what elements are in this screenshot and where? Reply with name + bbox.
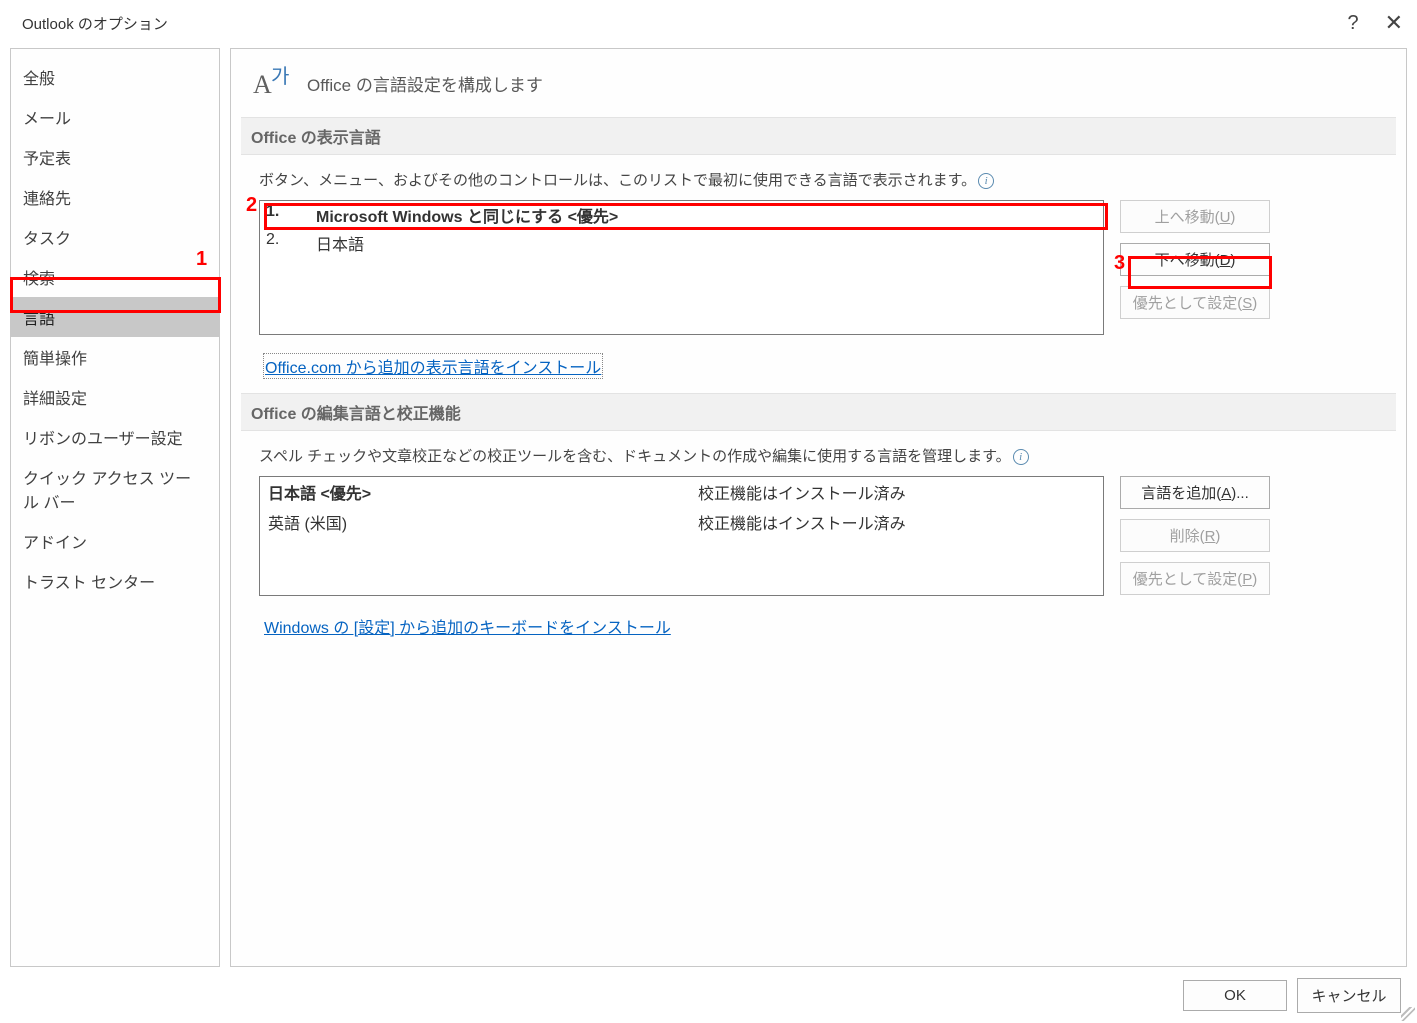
edit-item-2[interactable]: 英語 (米国) 校正機能はインストール済み bbox=[260, 507, 1103, 537]
install-keyboard-link[interactable]: Windows の [設定] から追加のキーボードをインストール bbox=[263, 614, 672, 638]
sidebar-item-contacts[interactable]: 連絡先 bbox=[11, 177, 219, 217]
display-item-1[interactable]: 1. Microsoft Windows と同じにする <優先> bbox=[260, 201, 1103, 229]
sidebar-item-calendar[interactable]: 予定表 bbox=[11, 137, 219, 177]
sidebar-item-general[interactable]: 全般 bbox=[11, 57, 219, 97]
svg-text:가: 가 bbox=[271, 65, 289, 88]
display-desc: ボタン、メニュー、およびその他のコントロールは、このリストで最初に使用できる言語… bbox=[259, 169, 1392, 190]
edit-desc: スペル チェックや文章校正などの校正ツールを含む、ドキュメントの作成や編集に使用… bbox=[259, 445, 1392, 466]
display-item-2[interactable]: 2. 日本語 bbox=[260, 229, 1103, 257]
section-header-edit: Office の編集言語と校正機能 bbox=[241, 393, 1396, 431]
dialog-footer: OK キャンセル bbox=[0, 967, 1417, 1023]
sidebar-item-advanced[interactable]: 詳細設定 bbox=[11, 377, 219, 417]
page-title: Office の言語設定を構成します bbox=[307, 71, 543, 96]
edit-language-listbox[interactable]: 日本語 <優先> 校正機能はインストール済み 英語 (米国) 校正機能はインスト… bbox=[259, 476, 1104, 596]
sidebar: 全般 メール 予定表 連絡先 タスク 検索 言語 簡単操作 詳細設定 リボンのユ… bbox=[10, 48, 220, 967]
cancel-button[interactable]: キャンセル bbox=[1297, 978, 1401, 1013]
set-preferred-display-button: 優先として設定(S) bbox=[1120, 286, 1270, 319]
add-language-button[interactable]: 言語を追加(A)... bbox=[1120, 476, 1270, 509]
install-display-language-link[interactable]: Office.com から追加の表示言語をインストール bbox=[263, 353, 603, 379]
titlebar: Outlook のオプション ? ✕ bbox=[0, 0, 1417, 40]
resize-grip[interactable] bbox=[1401, 1007, 1415, 1021]
sidebar-item-language[interactable]: 言語 bbox=[11, 297, 219, 337]
ok-button[interactable]: OK bbox=[1183, 980, 1287, 1011]
section-header-display: Office の表示言語 bbox=[241, 117, 1396, 155]
sidebar-item-qat[interactable]: クイック アクセス ツール バー bbox=[11, 457, 219, 521]
edit-item-1[interactable]: 日本語 <優先> 校正機能はインストール済み bbox=[260, 477, 1103, 507]
sidebar-item-mail[interactable]: メール bbox=[11, 97, 219, 137]
set-preferred-edit-button: 優先として設定(P) bbox=[1120, 562, 1270, 595]
close-icon[interactable]: ✕ bbox=[1385, 12, 1403, 34]
language-icon: A 가 bbox=[253, 65, 293, 101]
info-icon[interactable]: i bbox=[978, 173, 994, 189]
remove-language-button: 削除(R) bbox=[1120, 519, 1270, 552]
move-down-button[interactable]: 下へ移動(D) bbox=[1120, 243, 1270, 276]
content-pane: A 가 Office の言語設定を構成します Office の表示言語 ボタン、… bbox=[230, 48, 1407, 967]
sidebar-item-search[interactable]: 検索 bbox=[11, 257, 219, 297]
sidebar-item-tasks[interactable]: タスク bbox=[11, 217, 219, 257]
help-icon[interactable]: ? bbox=[1347, 13, 1358, 33]
info-icon[interactable]: i bbox=[1013, 449, 1029, 465]
move-up-button: 上へ移動(U) bbox=[1120, 200, 1270, 233]
sidebar-item-trustcenter[interactable]: トラスト センター bbox=[11, 561, 219, 601]
display-language-listbox[interactable]: 1. Microsoft Windows と同じにする <優先> 2. 日本語 bbox=[259, 200, 1104, 335]
sidebar-item-ease[interactable]: 簡単操作 bbox=[11, 337, 219, 377]
sidebar-item-ribbon[interactable]: リボンのユーザー設定 bbox=[11, 417, 219, 457]
svg-text:A: A bbox=[253, 70, 272, 99]
page-header: A 가 Office の言語設定を構成します bbox=[241, 61, 1396, 117]
window-title: Outlook のオプション bbox=[22, 13, 168, 34]
sidebar-item-addins[interactable]: アドイン bbox=[11, 521, 219, 561]
